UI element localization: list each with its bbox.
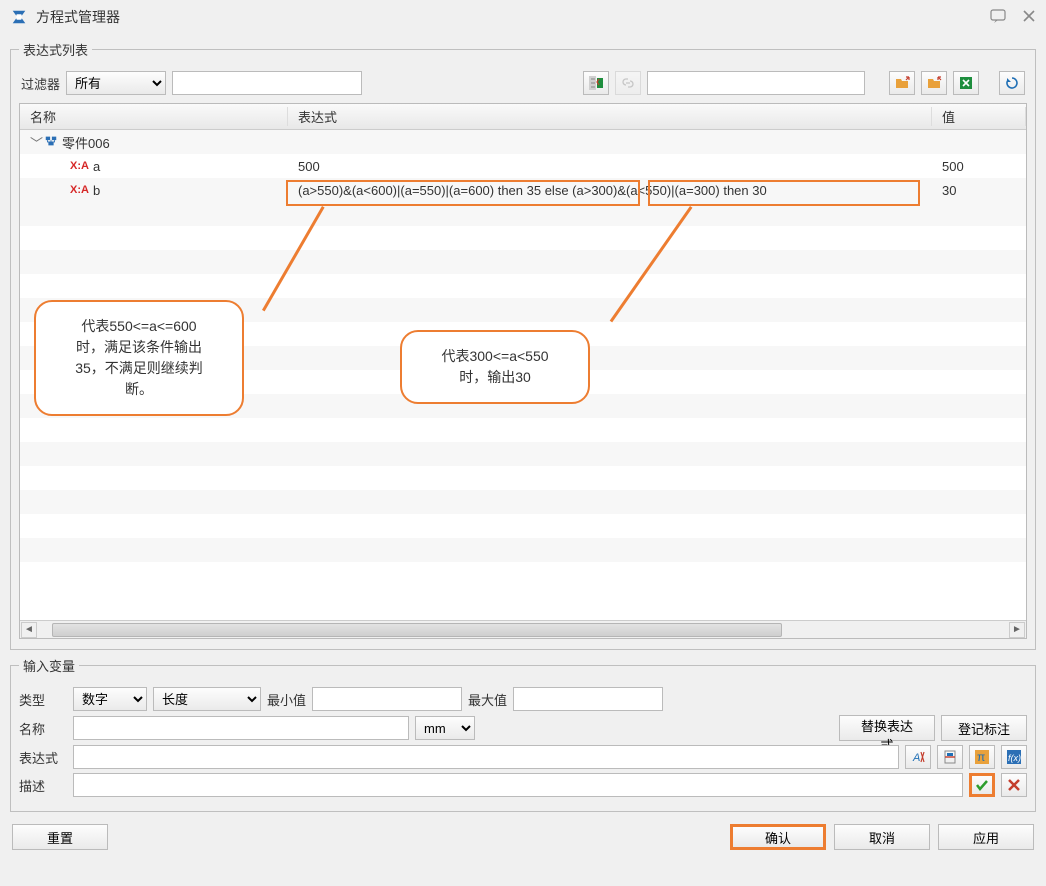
link-path-input[interactable] — [647, 71, 865, 95]
reject-button[interactable] — [1001, 773, 1027, 797]
col-header-value[interactable]: 值 — [932, 107, 1026, 126]
part-icon — [44, 134, 58, 151]
expression-input[interactable] — [73, 745, 899, 769]
accept-button[interactable] — [969, 773, 995, 797]
tree-root-label: 零件006 — [62, 133, 110, 152]
col-header-expr[interactable]: 表达式 — [288, 107, 932, 126]
close-icon[interactable] — [1022, 9, 1036, 26]
var-helper-icon[interactable]: A — [905, 745, 931, 769]
filter-search-input[interactable] — [172, 71, 362, 95]
scroll-left-icon[interactable]: ◄ — [21, 622, 37, 638]
filter-label: 过滤器 — [21, 74, 60, 93]
description-label: 描述 — [19, 776, 67, 795]
strike-helper-icon[interactable] — [937, 745, 963, 769]
var-expr: (a>550)&(a<600)|(a=550)|(a=600) then 35 … — [288, 183, 932, 198]
ok-button[interactable]: 确认 — [730, 824, 826, 850]
window-title: 方程式管理器 — [36, 7, 120, 27]
var-icon: X:A — [70, 160, 89, 172]
var-icon: X:A — [70, 184, 89, 196]
var-value: 500 — [932, 159, 1026, 174]
fx-helper-icon[interactable]: f(x) — [1001, 745, 1027, 769]
filter-combo[interactable]: 所有 — [66, 71, 166, 95]
input-variables-group: 输入变量 类型 数字 长度 最小值 最大值 名称 mm 替换表达式 登记标注 表… — [10, 656, 1036, 812]
tree-root-row[interactable]: ﹀ 零件006 — [20, 130, 1026, 154]
tree-toggle-icon[interactable]: ﹀ — [30, 133, 40, 152]
expression-label: 表达式 — [19, 748, 67, 767]
cancel-button[interactable]: 取消 — [834, 824, 930, 850]
var-name: b — [93, 183, 100, 198]
col-header-name[interactable]: 名称 — [20, 107, 288, 126]
name-label: 名称 — [19, 719, 67, 738]
dialog-button-row: 重置 确认 取消 应用 — [0, 818, 1046, 860]
apply-button[interactable]: 应用 — [938, 824, 1034, 850]
table-row[interactable]: X:A a 500 500 — [20, 154, 1026, 178]
help-icon[interactable] — [990, 9, 1006, 26]
excel-button[interactable] — [953, 71, 979, 95]
description-input[interactable] — [73, 773, 963, 797]
replace-expression-button[interactable]: 替换表达式 — [839, 715, 935, 741]
register-annotation-button[interactable]: 登记标注 — [941, 715, 1027, 741]
svg-text:π: π — [977, 750, 985, 764]
folder-open-button[interactable] — [889, 71, 915, 95]
expression-list-group: 表达式列表 过滤器 所有 名称 表达式 — [10, 40, 1036, 650]
expression-list-legend: 表达式列表 — [19, 40, 92, 59]
unit-combo[interactable]: mm — [415, 716, 475, 740]
name-input[interactable] — [73, 716, 409, 740]
scroll-thumb[interactable] — [52, 623, 782, 637]
input-variables-legend: 输入变量 — [19, 656, 79, 675]
horizontal-scrollbar[interactable]: ◄ ► — [20, 620, 1026, 638]
var-name: a — [93, 159, 100, 174]
min-input[interactable] — [312, 687, 462, 711]
max-input[interactable] — [513, 687, 663, 711]
app-icon — [10, 8, 28, 26]
var-expr: 500 — [288, 159, 932, 174]
folder-close-button[interactable] — [921, 71, 947, 95]
reset-button[interactable]: 重置 — [12, 824, 108, 850]
expression-table[interactable]: 名称 表达式 值 ﹀ 零件006 X:A a — [19, 103, 1027, 639]
dimension-combo[interactable]: 长度 — [153, 687, 261, 711]
table-body: ﹀ 零件006 X:A a 500 500 X:A — [20, 130, 1026, 586]
var-value: 30 — [932, 183, 1026, 198]
filter-row: 过滤器 所有 — [19, 67, 1027, 103]
svg-text:A: A — [912, 752, 920, 764]
min-label: 最小值 — [267, 690, 306, 709]
link-button — [615, 71, 641, 95]
max-label: 最大值 — [468, 690, 507, 709]
pi-helper-icon[interactable]: π — [969, 745, 995, 769]
type-label: 类型 — [19, 690, 67, 709]
titlebar: 方程式管理器 — [0, 0, 1046, 34]
table-row[interactable]: X:A b (a>550)&(a<600)|(a=550)|(a=600) th… — [20, 178, 1026, 202]
table-header: 名称 表达式 值 — [20, 104, 1026, 130]
type-combo[interactable]: 数字 — [73, 687, 147, 711]
refresh-button[interactable] — [999, 71, 1025, 95]
svg-text:f(x): f(x) — [1008, 753, 1021, 763]
import-excel-button[interactable] — [583, 71, 609, 95]
scroll-right-icon[interactable]: ► — [1009, 622, 1025, 638]
